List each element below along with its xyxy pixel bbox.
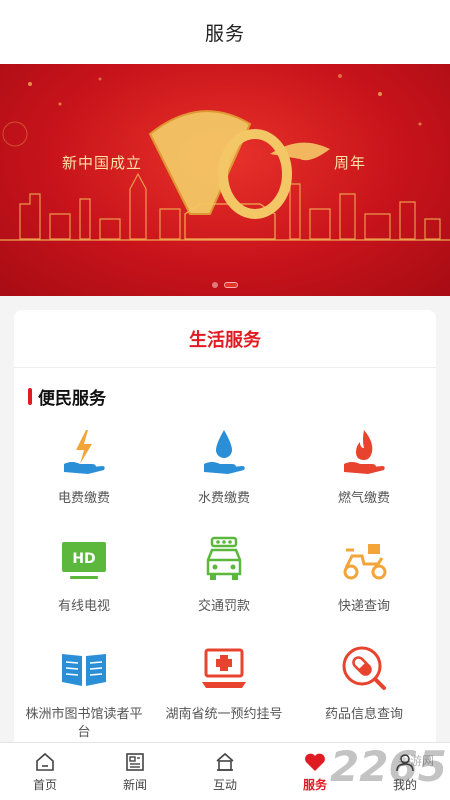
page-title: 服务 <box>204 22 245 45</box>
service-label: 交通罚款 <box>197 599 250 614</box>
service-label: 燃气缴费 <box>337 491 390 506</box>
service-label: 湖南省统一预约挂号 <box>165 707 283 722</box>
life-services-card: 生活服务 便民服务 电费缴费 水费缴费 燃气缴费 HD 有线电视 交通罚款 快递… <box>14 310 436 750</box>
service-label: 株洲市图书馆读者平台 <box>25 707 143 740</box>
interact-house-icon <box>216 752 234 771</box>
hospital-laptop-icon <box>196 640 252 696</box>
tab-home[interactable]: 首页 <box>0 743 90 800</box>
card-title: 生活服务 <box>14 310 436 368</box>
section-title: 便民服务 <box>38 389 106 409</box>
heart-icon <box>305 753 325 771</box>
carousel-indicator <box>0 282 450 288</box>
home-icon <box>36 752 54 771</box>
tab-label: 互动 <box>212 777 237 792</box>
tab-label: 新闻 <box>122 777 147 792</box>
electricity-hand-icon <box>56 424 112 480</box>
app-header: 服务 <box>0 0 450 64</box>
banner-artwork <box>0 74 450 241</box>
pill-magnifier-icon <box>336 640 392 696</box>
service-item-express[interactable]: 快递查询 <box>294 528 434 636</box>
banner-caption-left: 新中国成立 <box>62 154 143 172</box>
service-item-library[interactable]: 株洲市图书馆读者平台 <box>14 636 154 744</box>
service-label: 药品信息查询 <box>324 707 403 722</box>
service-item-water[interactable]: 水费缴费 <box>154 420 294 528</box>
carousel-dot[interactable] <box>212 282 218 288</box>
section-header: 便民服务 <box>28 384 106 409</box>
water-drop-hand-icon <box>196 424 252 480</box>
service-label: 快递查询 <box>337 599 390 614</box>
delivery-scooter-icon <box>336 532 392 588</box>
service-grid: 电费缴费 水费缴费 燃气缴费 HD 有线电视 交通罚款 快递查询 株洲市图书馆读… <box>14 420 436 744</box>
tab-news[interactable]: 新闻 <box>90 743 180 800</box>
service-item-traffic-fine[interactable]: 交通罚款 <box>154 528 294 636</box>
site-watermark: 2265 手游网 <box>326 740 450 800</box>
tab-interact[interactable]: 互动 <box>180 743 270 800</box>
gas-flame-hand-icon <box>336 424 392 480</box>
service-item-hospital-booking[interactable]: 湖南省统一预约挂号 <box>154 636 294 744</box>
service-item-gas[interactable]: 燃气缴费 <box>294 420 434 528</box>
car-icon <box>196 532 252 588</box>
hd-tv-icon: HD <box>56 532 112 588</box>
open-book-icon <box>56 640 112 696</box>
service-item-cable-tv[interactable]: HD 有线电视 <box>14 528 154 636</box>
tab-label: 服务 <box>302 777 327 792</box>
svg-text:HD: HD <box>72 551 95 567</box>
carousel-dot-active[interactable] <box>224 282 238 288</box>
service-label: 有线电视 <box>57 599 110 614</box>
banner-carousel[interactable]: 新中国成立 周年 <box>0 64 450 296</box>
watermark-text: 手游网 <box>398 754 435 768</box>
service-label: 电费缴费 <box>57 491 110 506</box>
service-item-drug-info[interactable]: 药品信息查询 <box>294 636 434 744</box>
service-label: 水费缴费 <box>197 491 250 506</box>
service-item-electricity[interactable]: 电费缴费 <box>14 420 154 528</box>
newspaper-icon <box>126 752 144 771</box>
section-accent-bar <box>28 388 32 405</box>
tab-label: 首页 <box>32 777 57 792</box>
banner-caption-right: 周年 <box>334 154 367 172</box>
